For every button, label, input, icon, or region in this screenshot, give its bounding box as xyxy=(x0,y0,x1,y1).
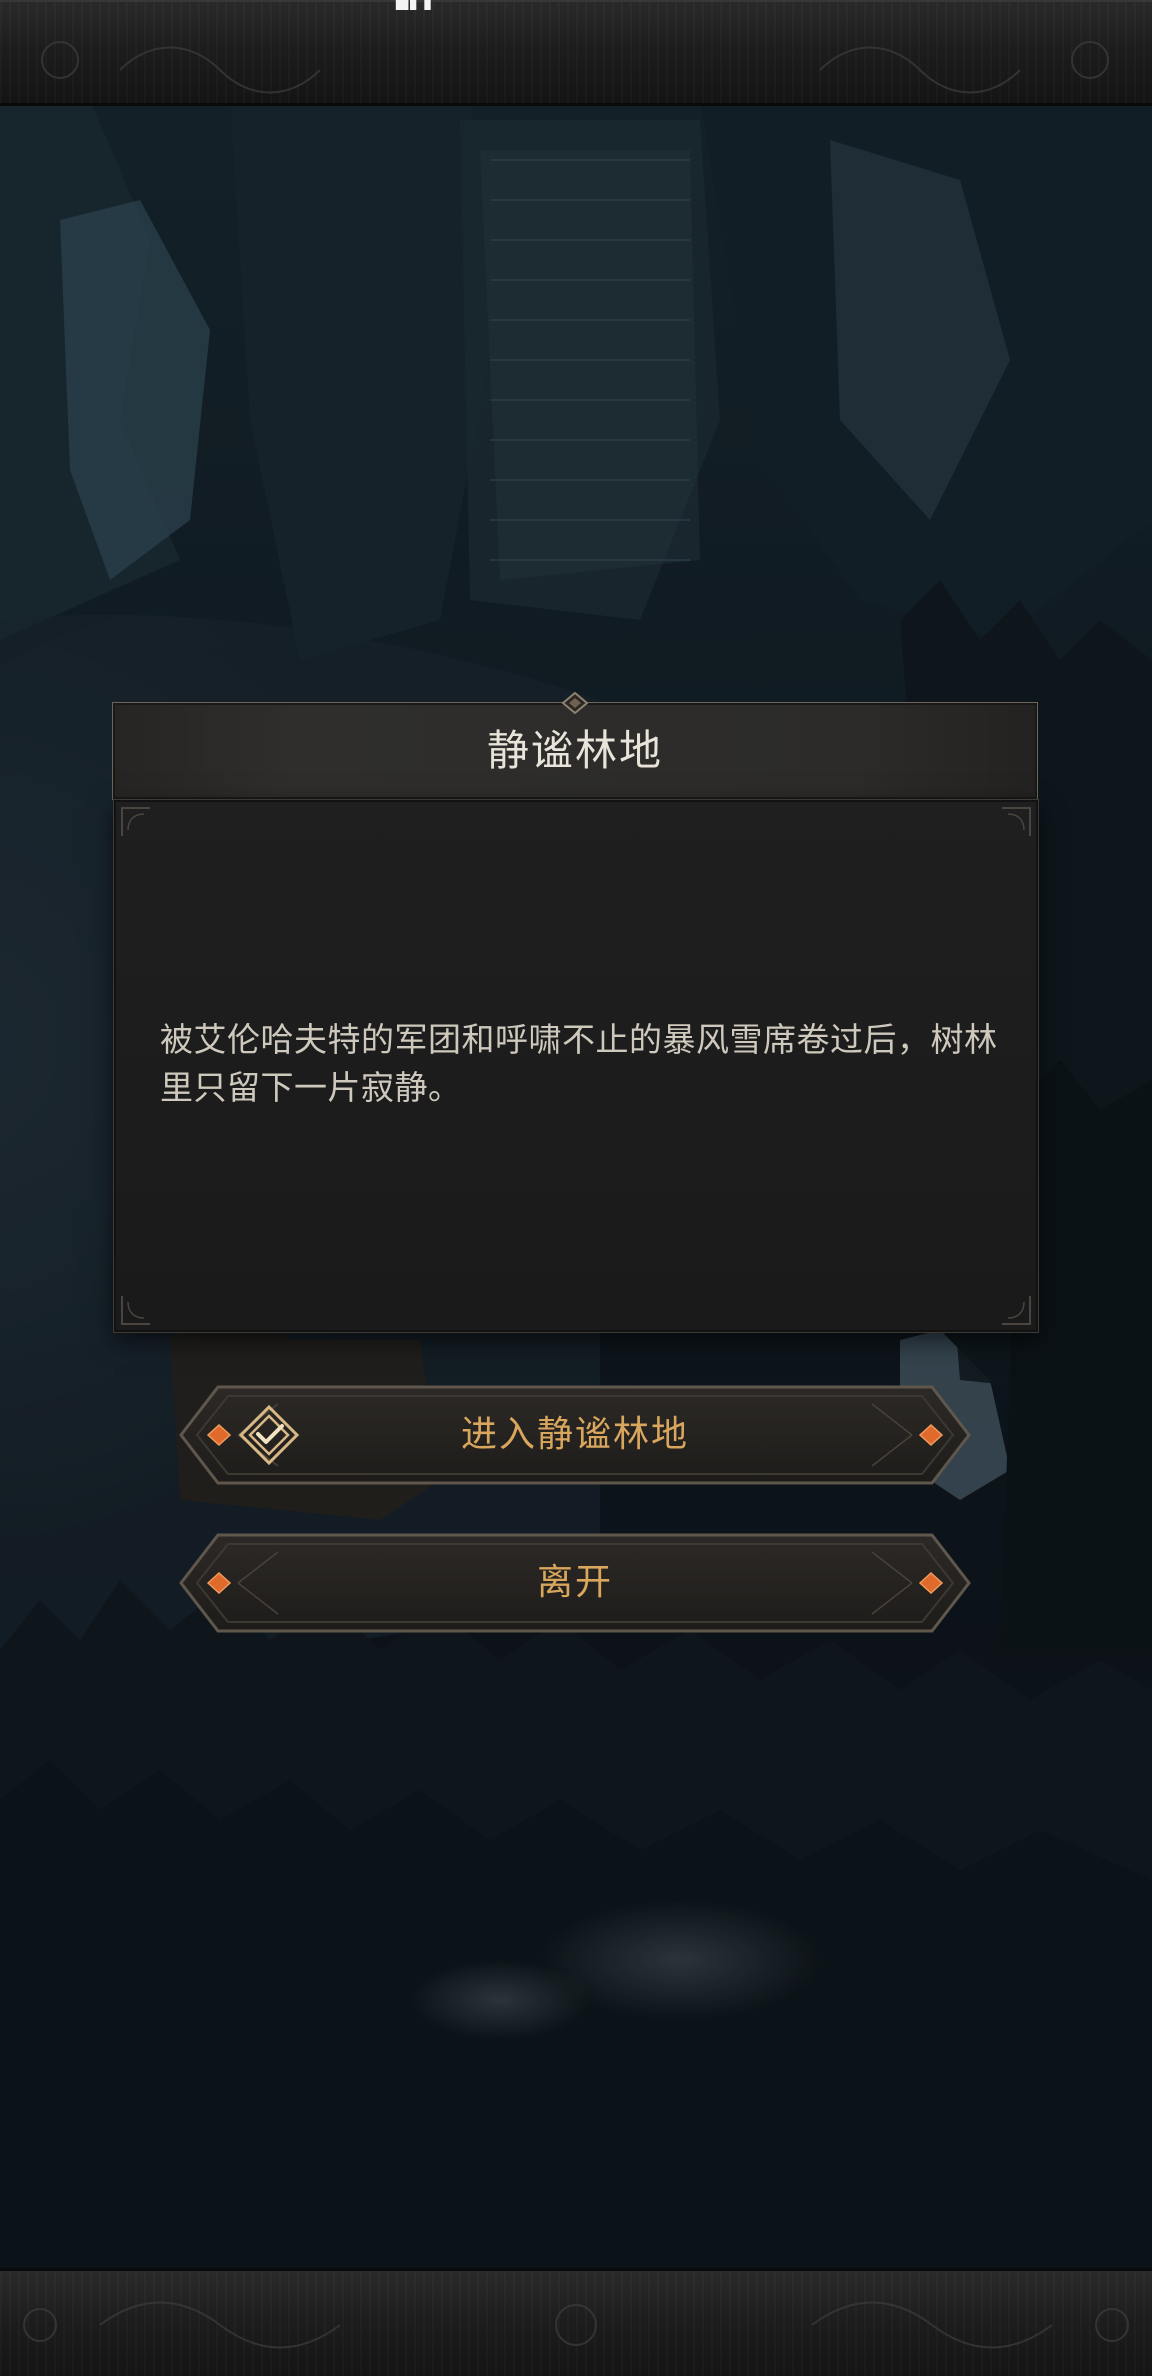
top-ornate-frame: █▌▌ xyxy=(0,0,1152,106)
corner-ornament-icon xyxy=(121,1296,150,1325)
location-description: 被艾伦哈夫特的军团和呼啸不止的暴风雪席卷过后，树林里只留下一片寂静。 xyxy=(160,1020,998,1107)
leave-label: 离开 xyxy=(536,1562,613,1603)
enter-location-button[interactable]: 进入静谧林地 xyxy=(178,1384,972,1486)
dialog-body: 被艾伦哈夫特的军团和呼啸不止的暴风雪席卷过后，树林里只留下一片寂静。 xyxy=(114,800,1038,1332)
leave-button[interactable]: 离开 xyxy=(178,1532,972,1634)
dialog-header: 静谧林地 xyxy=(112,702,1038,800)
game-screen: █▌▌ 静谧林地 被艾伦哈夫特的军团和呼啸不止的暴风雪席卷过后，树林里只留下一片… xyxy=(0,0,1152,2376)
location-dialog: 静谧林地 被艾伦哈夫特的军团和呼啸不止的暴风雪席卷过后，树林里只留下一片寂静。 xyxy=(112,692,1038,1332)
bottom-ornate-frame xyxy=(0,2268,1152,2376)
corner-ornament-icon xyxy=(1002,807,1031,836)
dialog-title: 静谧林地 xyxy=(486,726,663,775)
enter-location-label: 进入静谧林地 xyxy=(460,1414,689,1455)
header-diamond-icon xyxy=(561,692,589,714)
corner-ornament-icon xyxy=(1002,1296,1031,1325)
corner-ornament-icon xyxy=(121,807,150,836)
status-indicator: █▌▌ xyxy=(396,0,439,10)
